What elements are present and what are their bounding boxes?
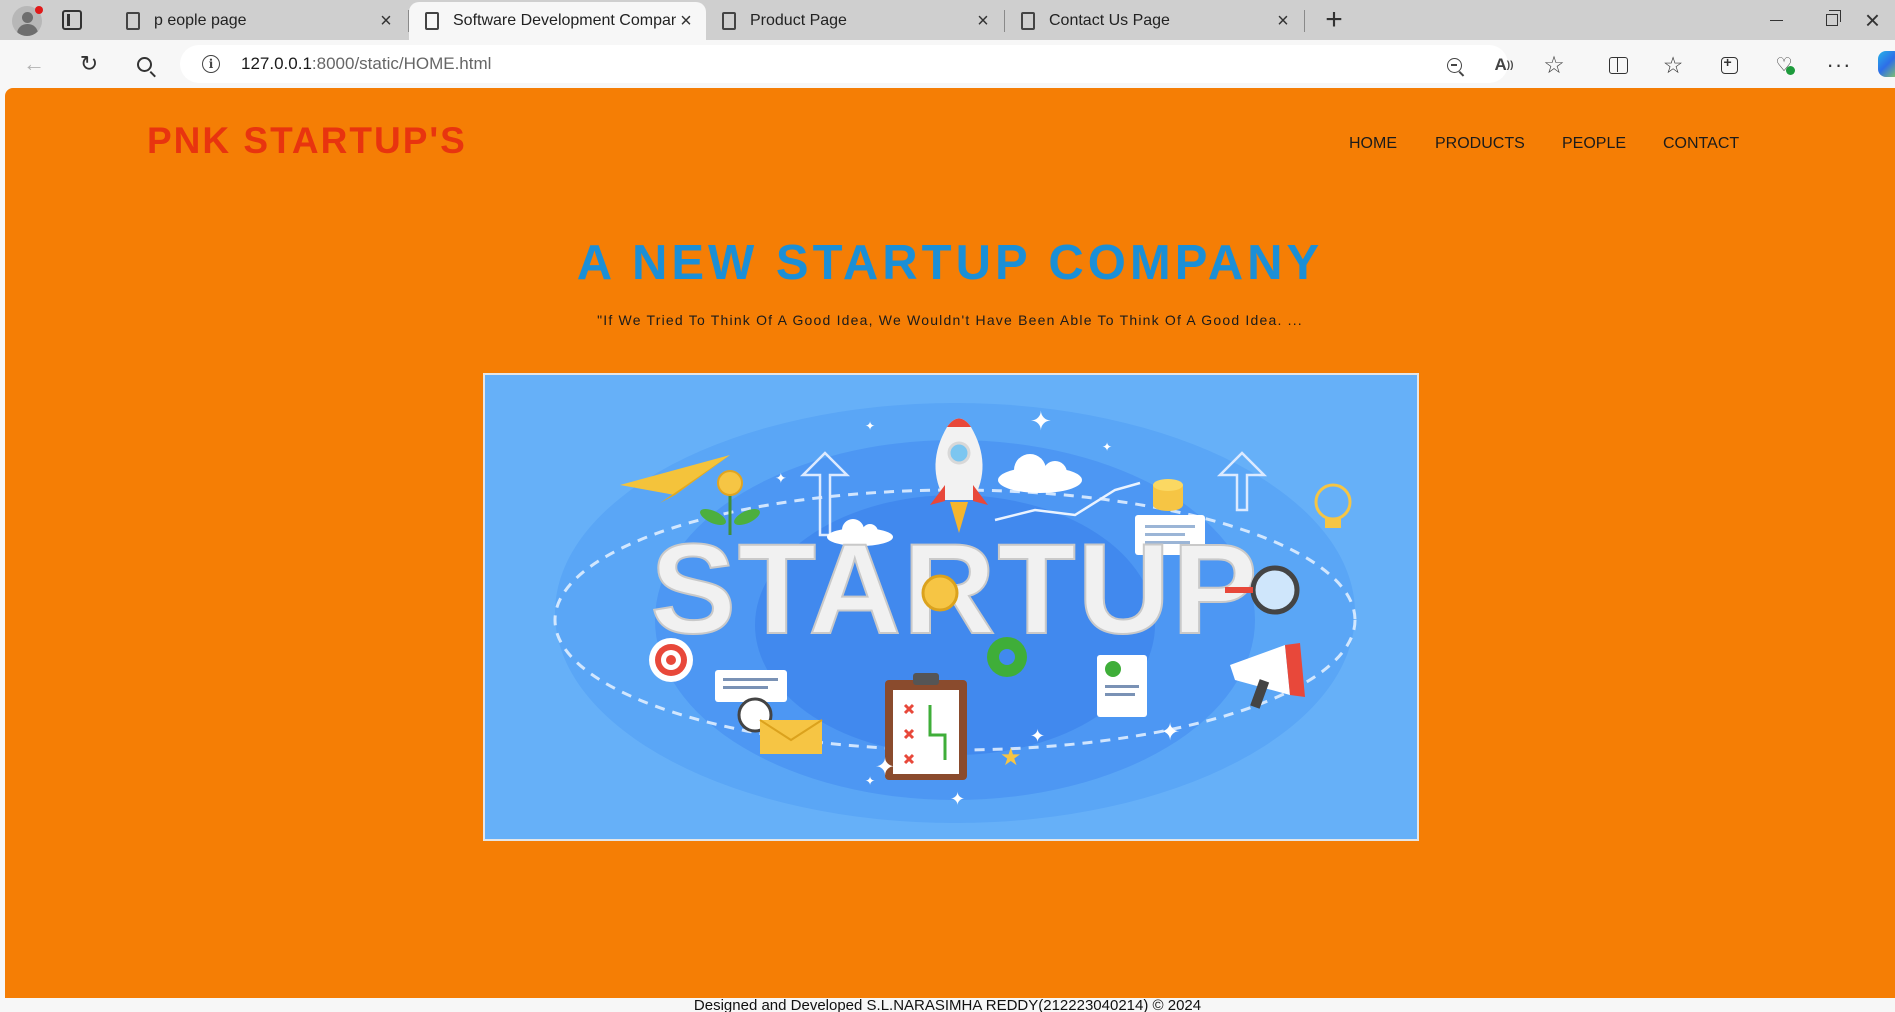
address-bar[interactable]: i 127.0.0.1:8000/static/HOME.html A)) ☆ <box>180 45 1565 83</box>
collections-icon[interactable] <box>1716 52 1742 78</box>
tab-title: Contact Us Page <box>1049 12 1170 29</box>
page-viewport: PNK STARTUP'S HOME PRODUCTS PEOPLE CONTA… <box>5 88 1895 1012</box>
tab-software-development[interactable]: Software Development Company × <box>409 2 706 40</box>
info-icon[interactable]: i <box>202 55 220 73</box>
tab-contact-us[interactable]: Contact Us Page × <box>1005 2 1303 40</box>
minimize-icon[interactable] <box>1748 0 1804 40</box>
split-screen-icon[interactable] <box>1605 52 1631 78</box>
read-aloud-icon[interactable]: A)) <box>1492 53 1516 77</box>
notification-dot <box>35 6 43 14</box>
tab-strip: p eople page × Software Development Comp… <box>0 0 1895 40</box>
favorites-icon[interactable]: ☆ <box>1660 52 1686 78</box>
more-icon[interactable]: ··· <box>1826 52 1852 78</box>
tab-title: Product Page <box>750 12 847 29</box>
tab-separator <box>1304 10 1305 32</box>
sparkle-icon: ✦ <box>775 470 787 486</box>
nav-link-contact[interactable]: CONTACT <box>1663 135 1739 153</box>
page-icon <box>425 12 439 30</box>
page-icon <box>722 12 736 30</box>
browser-toolbar: ← ↻ i 127.0.0.1:8000/static/HOME.html A)… <box>0 40 1895 88</box>
close-icon[interactable]: × <box>676 10 696 32</box>
sparkle-icon: ✦ <box>1102 440 1112 454</box>
coin-icon <box>921 574 959 612</box>
target-icon <box>649 638 693 682</box>
sparkle-icon: ✦ <box>875 754 895 781</box>
clipboard-icon <box>885 673 967 780</box>
close-icon[interactable]: × <box>376 10 396 32</box>
url-text[interactable]: 127.0.0.1:8000/static/HOME.html <box>241 54 491 74</box>
tab-product[interactable]: Product Page × <box>706 2 1003 40</box>
star-icon: ★ <box>1000 744 1022 771</box>
tab-actions-icon[interactable] <box>62 10 82 30</box>
page-icon <box>1021 12 1035 30</box>
reload-icon[interactable]: ↻ <box>73 48 105 80</box>
sparkle-icon: ✦ <box>1160 719 1180 746</box>
tagline-quote: "If We Tried To Think Of A Good Idea, We… <box>597 312 1303 328</box>
sparkle-icon: ✦ <box>865 774 875 788</box>
page-headline: A NEW STARTUP COMPANY <box>576 236 1324 290</box>
lightbulb-icon <box>1314 483 1352 528</box>
url-path: :8000/static/HOME.html <box>311 54 492 73</box>
page-icon <box>126 12 140 30</box>
copilot-icon[interactable] <box>1878 51 1895 77</box>
browser-essentials-icon[interactable]: ♡ <box>1771 52 1797 78</box>
footer-credit: Designed and Developed S.L.NARASIMHA RED… <box>693 997 1202 1012</box>
sparkle-icon: ✦ <box>1030 726 1045 746</box>
nav-link-products[interactable]: PRODUCTS <box>1435 135 1525 153</box>
close-icon[interactable]: × <box>973 10 993 32</box>
sparkle-icon: ✦ <box>865 419 875 433</box>
sparkle-icon: ✦ <box>1030 406 1052 436</box>
nav-link-people[interactable]: PEOPLE <box>1562 135 1626 153</box>
nav-contact: CONTACT <box>1663 135 1739 153</box>
new-tab-icon[interactable]: + <box>1318 4 1350 36</box>
nav-products: PRODUCTS <box>1435 135 1525 153</box>
site-brand[interactable]: PNK STARTUP'S <box>147 120 467 162</box>
zoom-out-icon[interactable] <box>1442 53 1466 77</box>
url-host: 127.0.0.1 <box>241 54 312 73</box>
nav-link-home[interactable]: HOME <box>1349 135 1397 153</box>
startup-illustration: STARTUP ✦ ✦ ✦ ✦ ✦ ★ ✦ ✦ ✦ ✦ <box>553 403 1357 823</box>
favorite-star-icon[interactable]: ☆ <box>1542 52 1566 79</box>
close-icon[interactable]: × <box>1273 10 1293 32</box>
close-window-icon[interactable]: × <box>1850 0 1895 40</box>
nav-people: PEOPLE <box>1562 135 1626 153</box>
tab-title: Software Development Company <box>453 12 676 29</box>
tab-title: p eople page <box>154 12 247 29</box>
hero-image: STARTUP ✦ ✦ ✦ ✦ ✦ ★ ✦ ✦ ✦ ✦ <box>483 373 1419 841</box>
search-icon[interactable] <box>128 48 160 80</box>
tab-people[interactable]: p eople page × <box>110 2 406 40</box>
sparkle-icon: ✦ <box>950 789 965 809</box>
nav-home: HOME <box>1349 135 1397 153</box>
back-icon[interactable]: ← <box>18 48 50 80</box>
